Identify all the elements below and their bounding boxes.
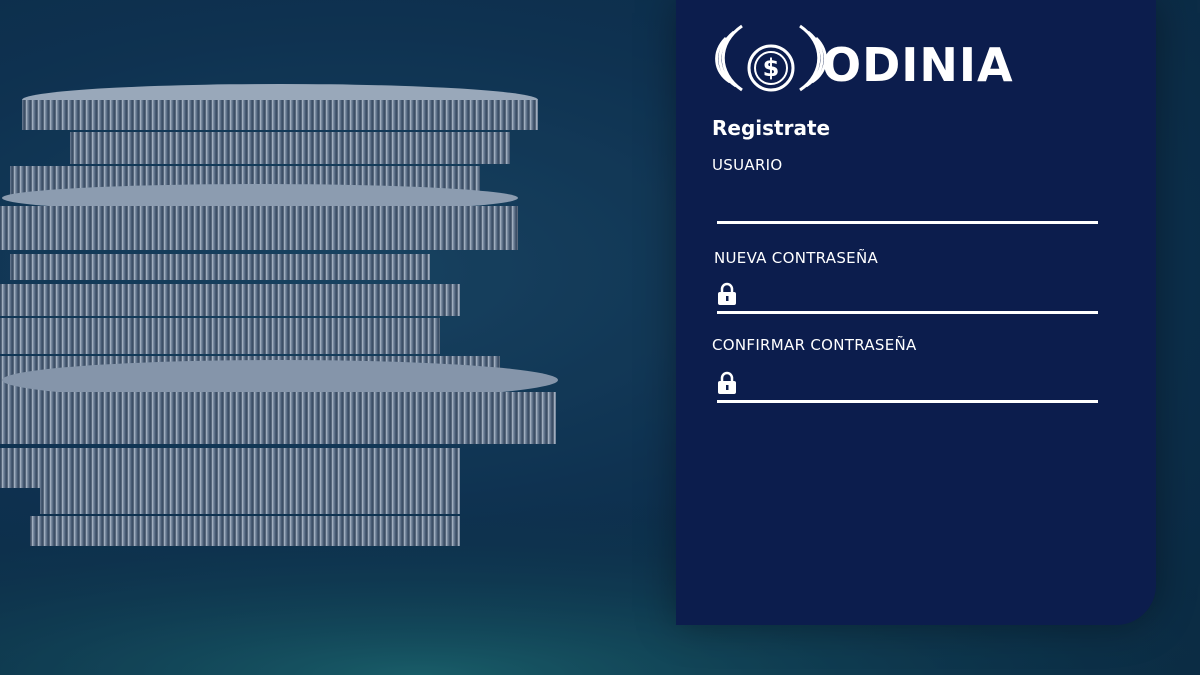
confirm-password-label: CONFIRMAR CONTRASEÑA [712, 336, 917, 354]
svg-text:$: $ [763, 54, 780, 82]
lock-icon [718, 371, 736, 394]
brand-name: ODINIA [822, 38, 1014, 92]
confirm-password-input[interactable] [741, 370, 1098, 398]
new-password-label: NUEVA CONTRASEÑA [714, 249, 879, 267]
confirm-password-field [717, 369, 1098, 403]
lock-icon [718, 282, 736, 305]
form-title: Registrate [712, 116, 831, 140]
new-password-input[interactable] [741, 281, 1098, 309]
username-label: USUARIO [712, 156, 783, 174]
username-field [717, 190, 1098, 224]
new-password-field [717, 280, 1098, 314]
username-input[interactable] [717, 191, 1098, 219]
